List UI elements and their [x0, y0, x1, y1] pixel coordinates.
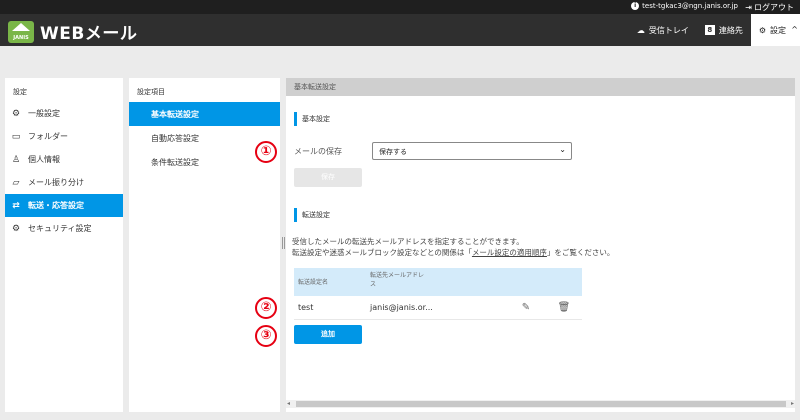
logo-mark-text: JANIS: [13, 34, 29, 41]
col-forward-name: 転送設定名: [298, 279, 329, 286]
sidebar-title: 設定: [13, 88, 27, 96]
app-title: WEBメール: [40, 24, 138, 44]
nav-settings-label: 設定: [770, 25, 786, 35]
sidebar-item-label: セキュリティ設定: [28, 224, 92, 233]
subnav-item-basic-forward[interactable]: 基本転送設定: [129, 102, 280, 126]
pane-resize-handle[interactable]: [282, 237, 285, 249]
user-email: test-tgkac3@ngn.janis.or.jp: [642, 2, 738, 10]
top-bar: i test-tgkac3@ngn.janis.or.jp ⇥ ログアウト: [0, 0, 800, 14]
forward-table: 転送設定名 転送先メールアドレ ス test janis@janis.or...…: [294, 268, 582, 320]
sidebar-item-personal[interactable]: ♙ 個人情報: [5, 148, 123, 171]
inbox-icon: ☁: [636, 25, 645, 35]
horizontal-scrollbar[interactable]: ◂ ▸: [286, 400, 795, 408]
info-icon: i: [631, 2, 640, 10]
callout-1: ①: [255, 141, 277, 163]
logout-button[interactable]: ⇥ ログアウト: [745, 2, 794, 13]
logout-label: ログアウト: [754, 3, 794, 12]
forward-description: 受信したメールの転送先メールアドレスを指定することができます。 転送設定や迷惑メ…: [292, 236, 614, 258]
folder-open-icon: ▱: [12, 177, 20, 188]
scrollbar-thumb[interactable]: [296, 401, 786, 407]
janis-logo-icon: JANIS: [8, 20, 34, 43]
contacts-icon: 8: [704, 25, 715, 35]
sidebar-item-filter[interactable]: ▱ メール振り分け: [5, 171, 123, 194]
sidebar-item-folder[interactable]: ▭ フォルダー: [5, 125, 123, 148]
sidebar-item-label: 転送・応答設定: [28, 201, 84, 210]
person-icon: ♙: [11, 154, 21, 165]
col-address-line1: 転送先メールアドレ: [370, 272, 425, 279]
sidebar-item-label: フォルダー: [28, 132, 68, 141]
add-button[interactable]: 追加: [294, 325, 362, 344]
sidebar-item-label: メール振り分け: [28, 178, 84, 187]
desc-line2-after: 」をご覧ください。: [546, 248, 615, 257]
forward-icon: ⇄: [12, 200, 20, 211]
nav-inbox[interactable]: ☁ 受信トレイ: [629, 14, 697, 46]
settings-sidebar: 設定 ⚙ 一般設定 ▭ フォルダー ♙ 個人情報 ▱ メール振り分け ⇄ 転送・応答設定 …: [5, 78, 123, 412]
apply-order-link[interactable]: メール設定の適用順序: [472, 248, 547, 257]
user-info: i test-tgkac3@ngn.janis.or.jp: [631, 2, 738, 10]
sidebar-item-security[interactable]: ⚙ セキュリティ設定: [5, 217, 123, 240]
header-nav: ☁ 受信トレイ 8 連絡先 ⚙ 設定 ^: [629, 14, 800, 46]
gear-icon: ⚙: [11, 108, 21, 119]
mail-keep-value: 保存する: [379, 148, 407, 156]
folder-icon: ▭: [11, 131, 21, 142]
basic-section-heading: 基本設定: [294, 112, 330, 126]
save-button[interactable]: 保存: [294, 168, 362, 187]
gear-icon: ⚙: [758, 25, 766, 35]
edit-pencil-icon[interactable]: ✎: [506, 302, 546, 313]
sidebar-item-label: 一般設定: [28, 109, 60, 118]
desc-line2-before: 転送設定や迷惑メールブロック設定などとの関係は「: [292, 248, 472, 257]
main-panel: 基本転送設定 基本設定 メールの保存 保存する ⌄ 保存 転送設定 受信したメー…: [286, 78, 795, 412]
chevron-up-icon: ^: [791, 25, 798, 34]
desc-line1: 受信したメールの転送先メールアドレスを指定することができます。: [292, 237, 524, 246]
app-logo[interactable]: JANIS WEBメール: [8, 19, 137, 44]
delete-trash-icon[interactable]: 🗑: [546, 302, 582, 313]
col-address-line2: ス: [370, 281, 377, 288]
mail-keep-label: メールの保存: [294, 147, 342, 156]
nav-inbox-label: 受信トレイ: [648, 25, 689, 35]
sidebar-item-general[interactable]: ⚙ 一般設定: [5, 102, 123, 125]
nav-contacts-label: 連絡先: [718, 25, 743, 35]
row-forward-address: janis@janis.or...: [370, 303, 433, 312]
shield-gear-icon: ⚙: [11, 223, 21, 234]
table-header: 転送設定名 転送先メールアドレ ス: [294, 268, 582, 296]
sidebar-item-label: 個人情報: [28, 155, 60, 164]
logout-icon: ⇥: [745, 3, 752, 12]
scroll-left-icon[interactable]: ◂: [287, 400, 290, 407]
callout-3: ③: [255, 325, 277, 347]
nav-contacts[interactable]: 8 連絡先: [697, 14, 751, 46]
chevron-down-icon: ⌄: [559, 145, 566, 154]
scroll-right-icon[interactable]: ▸: [791, 400, 794, 407]
table-row[interactable]: test janis@janis.or... ✎ 🗑: [294, 296, 582, 320]
mail-keep-select[interactable]: 保存する ⌄: [372, 142, 572, 160]
nav-settings[interactable]: ⚙ 設定 ^: [750, 14, 800, 46]
subnav-title: 設定項目: [137, 88, 165, 96]
col-forward-address: 転送先メールアドレ ス: [366, 268, 582, 296]
settings-subnav: 設定項目 基本転送設定 自動応答設定 条件転送設定: [129, 78, 280, 412]
callout-2: ②: [255, 297, 277, 319]
main-header: 基本転送設定: [286, 78, 795, 96]
forward-section-heading: 転送設定: [294, 208, 330, 222]
app-header: JANIS WEBメール ☁ 受信トレイ 8 連絡先 ⚙ 設定 ^: [0, 14, 800, 46]
sidebar-item-forward[interactable]: ⇄ 転送・応答設定: [5, 194, 123, 217]
row-forward-name: test: [298, 303, 314, 312]
